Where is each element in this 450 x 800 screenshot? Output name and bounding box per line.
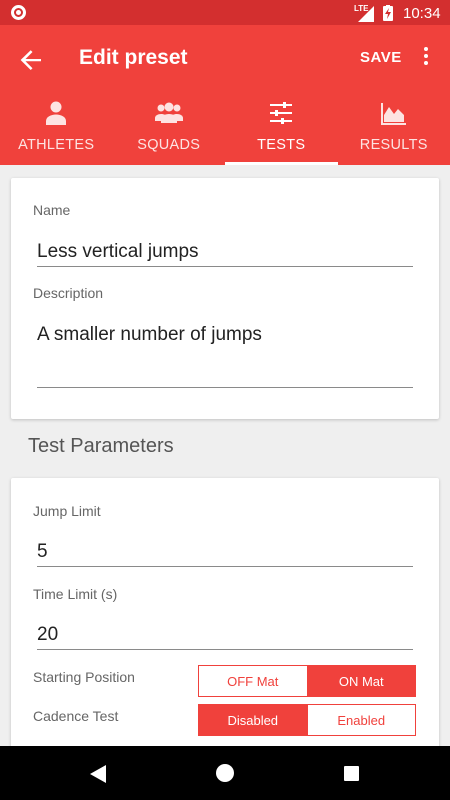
tab-label: SQUADS [137, 137, 201, 153]
jump-limit-label: Jump Limit [33, 503, 101, 519]
system-navigation-bar [0, 746, 450, 800]
signal-icon [358, 6, 374, 22]
nav-home-icon[interactable] [216, 764, 234, 782]
app-bar: Edit preset SAVE ATHLETES SQUADS TESTS R… [0, 25, 450, 165]
tab-tests[interactable]: TESTS [225, 97, 338, 165]
name-field-underline [37, 266, 413, 267]
tab-results[interactable]: RESULTS [338, 97, 450, 165]
back-arrow-icon[interactable] [14, 43, 48, 77]
tab-label: TESTS [257, 137, 306, 153]
save-button[interactable]: SAVE [360, 49, 402, 66]
tab-athletes[interactable]: ATHLETES [0, 97, 113, 165]
tab-label: RESULTS [359, 137, 428, 153]
enabled-option[interactable]: Enabled [306, 705, 415, 735]
name-field[interactable]: Less vertical jumps [37, 241, 199, 263]
preset-details-card: Name Less vertical jumps Description A s… [11, 178, 439, 419]
more-options-icon[interactable] [420, 45, 432, 71]
description-field[interactable]: A smaller number of jumps [37, 324, 262, 346]
name-label: Name [33, 202, 71, 218]
jump-limit-field[interactable]: 5 [37, 541, 48, 563]
area-chart-icon [380, 103, 406, 125]
section-title-test-parameters: Test Parameters [28, 435, 174, 457]
disabled-option[interactable]: Disabled [199, 705, 307, 735]
tune-icon [270, 102, 293, 124]
description-field-underline [37, 387, 413, 388]
cadence-test-toggle: Disabled Enabled [198, 704, 416, 736]
time-limit-underline [37, 649, 413, 650]
tab-squads[interactable]: SQUADS [113, 97, 226, 165]
person-icon [46, 101, 67, 125]
jump-limit-underline [37, 566, 413, 567]
tab-bar: ATHLETES SQUADS TESTS RESULTS [0, 97, 450, 165]
nav-back-icon[interactable] [90, 765, 106, 783]
description-label: Description [33, 285, 104, 301]
clock: 10:34 [403, 5, 441, 22]
group-icon [154, 102, 183, 123]
off-mat-option[interactable]: OFF Mat [199, 666, 307, 696]
starting-position-label: Starting Position [33, 669, 135, 685]
starting-position-toggle: OFF Mat ON Mat [198, 665, 416, 697]
status-bar: LTE 10:34 [0, 0, 450, 25]
record-icon [11, 5, 26, 20]
page-title: Edit preset [79, 46, 188, 69]
test-parameters-card: Jump Limit 5 Time Limit (s) 20 Starting … [11, 478, 439, 758]
time-limit-field[interactable]: 20 [37, 624, 58, 646]
on-mat-option[interactable]: ON Mat [306, 666, 415, 696]
tab-label: ATHLETES [18, 137, 95, 153]
nav-recents-icon[interactable] [344, 766, 359, 781]
battery-charging-icon [383, 5, 393, 21]
time-limit-label: Time Limit (s) [33, 586, 118, 602]
cadence-test-label: Cadence Test [33, 708, 119, 724]
